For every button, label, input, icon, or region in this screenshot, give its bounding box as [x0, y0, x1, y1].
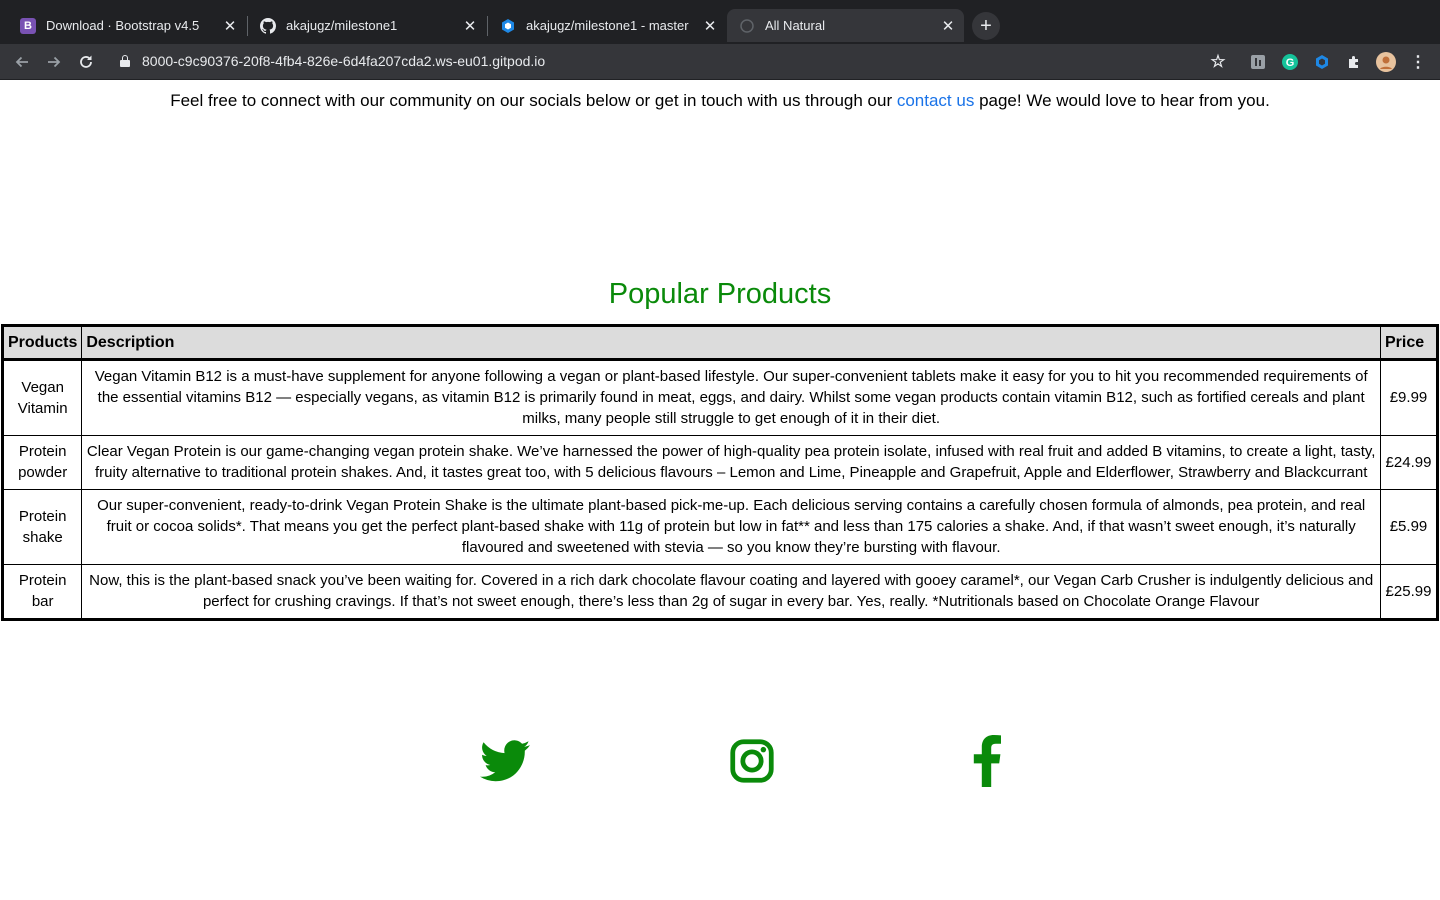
- close-icon[interactable]: ✕: [460, 16, 480, 36]
- svg-text:G: G: [1286, 57, 1295, 69]
- contact-us-link[interactable]: contact us: [897, 91, 975, 110]
- tab-title: akajugz/milestone1 - master: [526, 18, 689, 33]
- product-name: Protein bar: [1, 564, 83, 620]
- tab-title: akajugz/milestone1: [286, 18, 398, 33]
- product-price: £5.99: [1380, 489, 1438, 565]
- gitpod-icon: [500, 18, 516, 34]
- arrow-right-icon: [48, 56, 61, 68]
- puzzle-icon[interactable]: [1344, 52, 1364, 72]
- back-button[interactable]: [9, 49, 35, 75]
- bookmark-star-icon[interactable]: ☆: [1208, 52, 1228, 72]
- product-price: £24.99: [1380, 435, 1438, 490]
- arrow-left-icon: [15, 56, 28, 68]
- tab-bootstrap[interactable]: B Download · Bootstrap v4.5 ✕: [8, 9, 246, 42]
- product-name: Protein shake: [1, 489, 83, 565]
- bootstrap-icon: B: [20, 17, 36, 34]
- extension-icon[interactable]: [1248, 52, 1268, 72]
- facebook-icon: [973, 735, 1001, 787]
- forward-button[interactable]: [41, 49, 67, 75]
- page-content: Feel free to connect with our community …: [0, 80, 1440, 900]
- globe-icon: [739, 18, 755, 34]
- product-name: Protein powder: [1, 435, 83, 490]
- reload-icon: [80, 55, 92, 68]
- popular-products-heading: Popular Products: [608, 278, 832, 310]
- reload-button[interactable]: [73, 49, 99, 75]
- table-row: Protein shake Our super-convenient, read…: [1, 489, 1438, 565]
- tab-github[interactable]: akajugz/milestone1 ✕: [248, 9, 486, 42]
- browser-tab-bar: B Download · Bootstrap v4.5 ✕ akajugz/mi…: [0, 0, 1440, 44]
- product-description: Vegan Vitamin B12 is a must-have supplem…: [81, 359, 1381, 436]
- product-name: Vegan Vitamin: [1, 359, 83, 436]
- tab-gitpod[interactable]: akajugz/milestone1 - master ✕: [488, 9, 726, 42]
- tab-title: All Natural: [765, 18, 825, 33]
- facebook-link[interactable]: [968, 733, 1006, 789]
- grammarly-icon[interactable]: G: [1280, 52, 1300, 72]
- product-description: Now, this is the plant-based snack you’v…: [81, 564, 1381, 620]
- product-price: £9.99: [1380, 359, 1438, 436]
- new-tab-button[interactable]: +: [972, 12, 1000, 40]
- intro-text: Feel free to connect with our community …: [170, 91, 1270, 110]
- browser-toolbar: 8000-c9c90376-20f8-4fb4-826e-6d4fa207cda…: [0, 44, 1440, 80]
- twitter-icon: [480, 740, 530, 782]
- twitter-link[interactable]: [478, 733, 532, 789]
- table-row: Protein bar Now, this is the plant-based…: [1, 564, 1438, 620]
- avatar[interactable]: [1376, 52, 1396, 72]
- tab-all-natural[interactable]: All Natural ✕: [727, 9, 964, 42]
- close-icon[interactable]: ✕: [700, 16, 720, 36]
- lock-icon[interactable]: [120, 55, 130, 67]
- instagram-icon: [730, 739, 774, 783]
- table-row: Vegan Vitamin Vegan Vitamin B12 is a mus…: [1, 359, 1438, 436]
- table-header-row: Products Description Price: [1, 325, 1438, 361]
- address-bar[interactable]: 8000-c9c90376-20f8-4fb4-826e-6d4fa207cda…: [142, 53, 545, 69]
- gitpod-extension-icon[interactable]: [1312, 52, 1332, 72]
- header-price: Price: [1380, 325, 1438, 361]
- instagram-link[interactable]: [728, 733, 776, 789]
- product-description: Clear Vegan Protein is our game-changing…: [81, 435, 1381, 490]
- header-products: Products: [1, 325, 83, 361]
- header-description: Description: [81, 325, 1381, 361]
- github-icon: [260, 17, 276, 34]
- tab-title: Download · Bootstrap v4.5: [46, 18, 200, 33]
- products-table: Products Description Price Vegan Vitamin…: [1, 324, 1439, 621]
- close-icon[interactable]: ✕: [938, 16, 958, 36]
- close-icon[interactable]: ✕: [220, 16, 240, 36]
- table-row: Protein powder Clear Vegan Protein is ou…: [1, 435, 1438, 490]
- product-description: Our super-convenient, ready-to-drink Veg…: [81, 489, 1381, 565]
- menu-kebab-icon[interactable]: ⋮: [1408, 52, 1428, 72]
- product-price: £25.99: [1380, 564, 1438, 620]
